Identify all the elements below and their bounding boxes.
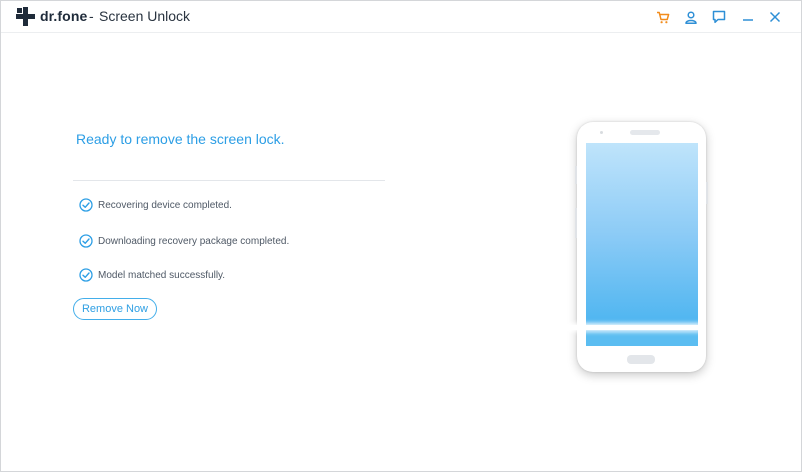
step-item: Model matched successfully. xyxy=(79,267,225,283)
phone-camera xyxy=(600,131,603,134)
brand-name: dr.fone xyxy=(40,8,88,24)
check-circle-icon xyxy=(79,234,93,248)
cart-icon xyxy=(657,11,670,23)
scan-line xyxy=(567,325,699,330)
remove-now-button[interactable]: Remove Now xyxy=(73,298,157,320)
phone-side-button xyxy=(706,182,708,204)
step-item: Downloading recovery package completed. xyxy=(79,233,289,249)
chat-icon xyxy=(712,10,726,24)
check-circle-icon xyxy=(79,268,93,282)
phone-side-button xyxy=(575,208,577,238)
status-headline: Ready to remove the screen lock. xyxy=(76,131,285,147)
step-label: Recovering device completed. xyxy=(98,199,232,211)
close-button[interactable] xyxy=(764,6,786,28)
step-label: Downloading recovery package completed. xyxy=(98,235,290,247)
user-icon xyxy=(685,10,697,24)
divider xyxy=(73,180,385,181)
step-label: Model matched successfully. xyxy=(98,269,226,281)
phone-nav-bar xyxy=(586,332,698,346)
phone-speaker xyxy=(630,130,660,135)
phone-home-button xyxy=(627,355,655,364)
step-item: Recovering device completed. xyxy=(79,197,232,213)
close-icon xyxy=(769,11,781,23)
title-separator: - xyxy=(89,8,94,24)
phone-illustration xyxy=(567,122,708,372)
phone-screen xyxy=(586,143,698,346)
feedback-button[interactable] xyxy=(708,6,730,28)
title-bar: dr.fone - Screen Unlock xyxy=(1,1,801,33)
window-title: Screen Unlock xyxy=(99,8,191,24)
cart-button[interactable] xyxy=(652,6,674,28)
minimize-icon xyxy=(743,19,753,21)
minimize-button[interactable] xyxy=(737,6,759,28)
app-window: dr.fone - Screen Unlock Ready to remove … xyxy=(0,0,802,472)
drfone-logo-icon xyxy=(16,7,35,26)
phone-side-button xyxy=(575,166,577,184)
account-button[interactable] xyxy=(680,6,702,28)
check-circle-icon xyxy=(79,198,93,212)
